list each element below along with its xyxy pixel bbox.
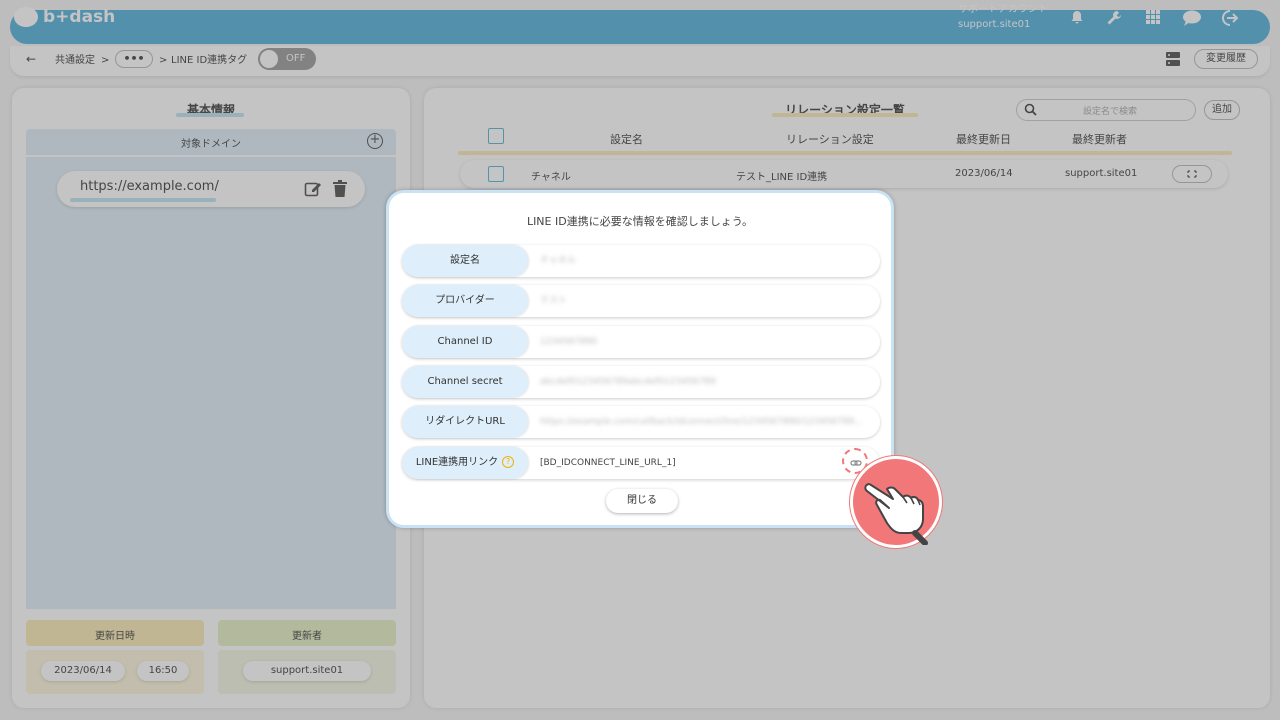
close-button[interactable]: 閉じる bbox=[606, 489, 678, 513]
field-label: LINE連携用リンク bbox=[415, 457, 499, 468]
field-row-redirect-url: リダイレクトURL https://example.com/callback/i… bbox=[402, 406, 880, 438]
field-value: https://example.com/callback/idconnect/l… bbox=[540, 417, 865, 427]
pointing-hand-icon bbox=[850, 456, 942, 548]
modal-title: LINE ID連携に必要な情報を確認しましょう。 bbox=[526, 215, 754, 228]
field-value: チャネル bbox=[540, 256, 576, 266]
line-link-value: [BD_IDCONNECT_LINE_URL_1] bbox=[540, 458, 676, 468]
field-value: テスト bbox=[540, 296, 568, 306]
field-label: Channel ID bbox=[402, 326, 528, 358]
field-row-setting-name: 設定名 チャネル bbox=[402, 245, 880, 277]
field-label-line-link: LINE連携用リンク? bbox=[402, 447, 528, 479]
field-row-channel-secret: Channel secret abcdef0123456789abcdef012… bbox=[402, 366, 880, 398]
field-value: 1234567890 bbox=[540, 337, 598, 347]
line-id-info-modal: LINE ID連携に必要な情報を確認しましょう。 設定名 チャネル プロバイダー… bbox=[386, 190, 894, 528]
field-label: 設定名 bbox=[402, 245, 528, 277]
field-row-line-link: LINE連携用リンク? [BD_IDCONNECT_LINE_URL_1] bbox=[402, 447, 880, 479]
field-label: Channel secret bbox=[402, 366, 528, 398]
field-row-provider: プロバイダー テスト bbox=[402, 285, 880, 317]
field-value: abcdef0123456789abcdef0123456789 bbox=[540, 377, 716, 387]
field-label: リダイレクトURL bbox=[402, 406, 528, 438]
field-label: プロバイダー bbox=[402, 285, 528, 317]
field-row-channel-id: Channel ID 1234567890 bbox=[402, 326, 880, 358]
help-icon[interactable]: ? bbox=[502, 456, 515, 468]
